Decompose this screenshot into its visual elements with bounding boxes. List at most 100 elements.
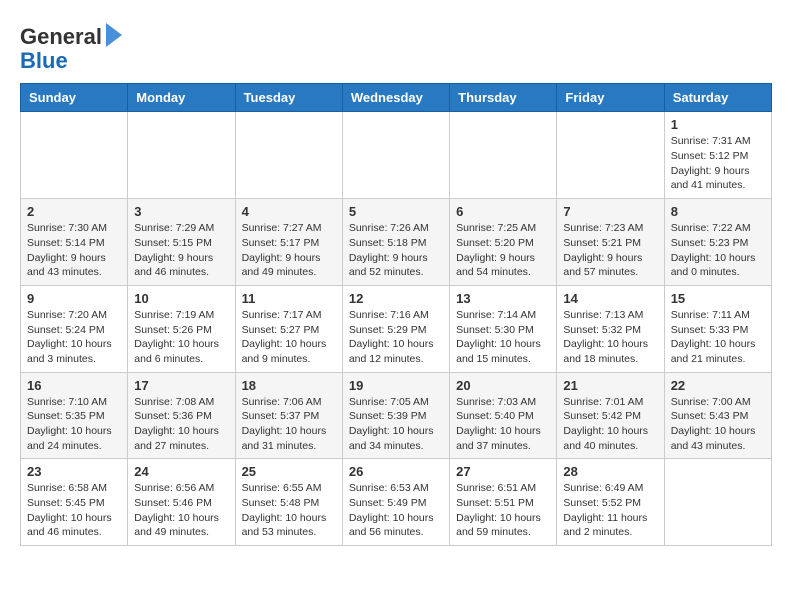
day-number: 6	[456, 204, 550, 219]
day-info: Sunrise: 7:03 AM Sunset: 5:40 PM Dayligh…	[456, 395, 550, 454]
day-info: Sunrise: 7:11 AM Sunset: 5:33 PM Dayligh…	[671, 308, 765, 367]
calendar-cell: 13 Sunrise: 7:14 AM Sunset: 5:30 PM Dayli…	[450, 285, 557, 372]
calendar-cell	[128, 112, 235, 199]
calendar-cell: 23 Sunrise: 6:58 AM Sunset: 5:45 PM Dayli…	[21, 459, 128, 546]
calendar-cell	[235, 112, 342, 199]
day-number: 14	[563, 291, 657, 306]
calendar-cell: 22 Sunrise: 7:00 AM Sunset: 5:43 PM Dayli…	[664, 372, 771, 459]
day-number: 19	[349, 378, 443, 393]
calendar-cell: 15 Sunrise: 7:11 AM Sunset: 5:33 PM Dayli…	[664, 285, 771, 372]
calendar-cell: 16 Sunrise: 7:10 AM Sunset: 5:35 PM Dayli…	[21, 372, 128, 459]
day-number: 23	[27, 464, 121, 479]
calendar-cell: 21 Sunrise: 7:01 AM Sunset: 5:42 PM Dayli…	[557, 372, 664, 459]
day-info: Sunrise: 7:23 AM Sunset: 5:21 PM Dayligh…	[563, 221, 657, 280]
logo-blue-text: Blue	[20, 49, 68, 73]
calendar-cell: 6 Sunrise: 7:25 AM Sunset: 5:20 PM Daylig…	[450, 199, 557, 286]
weekday-header-tuesday: Tuesday	[235, 84, 342, 112]
weekday-header-thursday: Thursday	[450, 84, 557, 112]
calendar-cell	[664, 459, 771, 546]
day-info: Sunrise: 7:01 AM Sunset: 5:42 PM Dayligh…	[563, 395, 657, 454]
day-info: Sunrise: 6:51 AM Sunset: 5:51 PM Dayligh…	[456, 481, 550, 540]
day-info: Sunrise: 6:55 AM Sunset: 5:48 PM Dayligh…	[242, 481, 336, 540]
day-number: 1	[671, 117, 765, 132]
calendar-cell: 7Sunrise: 7:23 AM Sunset: 5:21 PM Daylig…	[557, 199, 664, 286]
day-number: 5	[349, 204, 443, 219]
calendar-cell	[342, 112, 449, 199]
day-number: 17	[134, 378, 228, 393]
day-number: 12	[349, 291, 443, 306]
calendar-cell: 27 Sunrise: 6:51 AM Sunset: 5:51 PM Dayli…	[450, 459, 557, 546]
calendar-cell: 5 Sunrise: 7:26 AM Sunset: 5:18 PM Daylig…	[342, 199, 449, 286]
day-info: Sunrise: 7:00 AM Sunset: 5:43 PM Dayligh…	[671, 395, 765, 454]
day-number: 15	[671, 291, 765, 306]
calendar-cell: 14Sunrise: 7:13 AM Sunset: 5:32 PM Dayli…	[557, 285, 664, 372]
weekday-header-wednesday: Wednesday	[342, 84, 449, 112]
day-number: 2	[27, 204, 121, 219]
calendar-cell	[21, 112, 128, 199]
calendar-cell	[450, 112, 557, 199]
day-info: Sunrise: 7:25 AM Sunset: 5:20 PM Dayligh…	[456, 221, 550, 280]
calendar-cell: 24 Sunrise: 6:56 AM Sunset: 5:46 PM Dayli…	[128, 459, 235, 546]
calendar-week-1: 1 Sunrise: 7:31 AM Sunset: 5:12 PM Daylig…	[21, 112, 772, 199]
day-number: 8	[671, 204, 765, 219]
day-info: Sunrise: 6:58 AM Sunset: 5:45 PM Dayligh…	[27, 481, 121, 540]
calendar-week-4: 16 Sunrise: 7:10 AM Sunset: 5:35 PM Dayli…	[21, 372, 772, 459]
logo-text: General	[20, 25, 102, 49]
day-number: 3	[134, 204, 228, 219]
calendar-week-5: 23 Sunrise: 6:58 AM Sunset: 5:45 PM Dayli…	[21, 459, 772, 546]
day-info: Sunrise: 7:20 AM Sunset: 5:24 PM Dayligh…	[27, 308, 121, 367]
day-number: 11	[242, 291, 336, 306]
calendar-cell	[557, 112, 664, 199]
calendar-cell: 20 Sunrise: 7:03 AM Sunset: 5:40 PM Dayli…	[450, 372, 557, 459]
calendar-week-2: 2 Sunrise: 7:30 AM Sunset: 5:14 PM Daylig…	[21, 199, 772, 286]
day-info: Sunrise: 6:53 AM Sunset: 5:49 PM Dayligh…	[349, 481, 443, 540]
day-number: 22	[671, 378, 765, 393]
day-number: 9	[27, 291, 121, 306]
calendar-cell: 1 Sunrise: 7:31 AM Sunset: 5:12 PM Daylig…	[664, 112, 771, 199]
day-info: Sunrise: 7:30 AM Sunset: 5:14 PM Dayligh…	[27, 221, 121, 280]
calendar-cell: 25 Sunrise: 6:55 AM Sunset: 5:48 PM Dayli…	[235, 459, 342, 546]
calendar-week-3: 9 Sunrise: 7:20 AM Sunset: 5:24 PM Daylig…	[21, 285, 772, 372]
day-info: Sunrise: 7:10 AM Sunset: 5:35 PM Dayligh…	[27, 395, 121, 454]
day-number: 24	[134, 464, 228, 479]
day-info: Sunrise: 7:27 AM Sunset: 5:17 PM Dayligh…	[242, 221, 336, 280]
logo-arrow-icon	[106, 23, 122, 47]
day-number: 20	[456, 378, 550, 393]
day-info: Sunrise: 7:19 AM Sunset: 5:26 PM Dayligh…	[134, 308, 228, 367]
calendar-cell: 17Sunrise: 7:08 AM Sunset: 5:36 PM Dayli…	[128, 372, 235, 459]
calendar-header-row: SundayMondayTuesdayWednesdayThursdayFrid…	[21, 84, 772, 112]
day-number: 13	[456, 291, 550, 306]
calendar-cell: 18 Sunrise: 7:06 AM Sunset: 5:37 PM Dayli…	[235, 372, 342, 459]
calendar-cell: 4 Sunrise: 7:27 AM Sunset: 5:17 PM Daylig…	[235, 199, 342, 286]
calendar-cell: 28 Sunrise: 6:49 AM Sunset: 5:52 PM Dayli…	[557, 459, 664, 546]
day-number: 25	[242, 464, 336, 479]
calendar-cell: 19Sunrise: 7:05 AM Sunset: 5:39 PM Dayli…	[342, 372, 449, 459]
day-number: 28	[563, 464, 657, 479]
day-number: 21	[563, 378, 657, 393]
day-info: Sunrise: 7:17 AM Sunset: 5:27 PM Dayligh…	[242, 308, 336, 367]
calendar-cell: 9 Sunrise: 7:20 AM Sunset: 5:24 PM Daylig…	[21, 285, 128, 372]
day-info: Sunrise: 7:06 AM Sunset: 5:37 PM Dayligh…	[242, 395, 336, 454]
page-header: General Blue	[20, 20, 772, 73]
day-info: Sunrise: 6:56 AM Sunset: 5:46 PM Dayligh…	[134, 481, 228, 540]
day-number: 27	[456, 464, 550, 479]
day-info: Sunrise: 6:49 AM Sunset: 5:52 PM Dayligh…	[563, 481, 657, 540]
logo: General Blue	[20, 25, 122, 73]
calendar-cell: 26 Sunrise: 6:53 AM Sunset: 5:49 PM Dayli…	[342, 459, 449, 546]
day-info: Sunrise: 7:14 AM Sunset: 5:30 PM Dayligh…	[456, 308, 550, 367]
calendar-cell: 12Sunrise: 7:16 AM Sunset: 5:29 PM Dayli…	[342, 285, 449, 372]
day-number: 4	[242, 204, 336, 219]
calendar-cell: 3 Sunrise: 7:29 AM Sunset: 5:15 PM Daylig…	[128, 199, 235, 286]
calendar-table: SundayMondayTuesdayWednesdayThursdayFrid…	[20, 83, 772, 546]
day-number: 16	[27, 378, 121, 393]
day-number: 18	[242, 378, 336, 393]
day-info: Sunrise: 7:26 AM Sunset: 5:18 PM Dayligh…	[349, 221, 443, 280]
day-info: Sunrise: 7:29 AM Sunset: 5:15 PM Dayligh…	[134, 221, 228, 280]
weekday-header-saturday: Saturday	[664, 84, 771, 112]
day-number: 26	[349, 464, 443, 479]
day-info: Sunrise: 7:31 AM Sunset: 5:12 PM Dayligh…	[671, 134, 765, 193]
weekday-header-sunday: Sunday	[21, 84, 128, 112]
day-info: Sunrise: 7:22 AM Sunset: 5:23 PM Dayligh…	[671, 221, 765, 280]
weekday-header-monday: Monday	[128, 84, 235, 112]
calendar-cell: 2 Sunrise: 7:30 AM Sunset: 5:14 PM Daylig…	[21, 199, 128, 286]
